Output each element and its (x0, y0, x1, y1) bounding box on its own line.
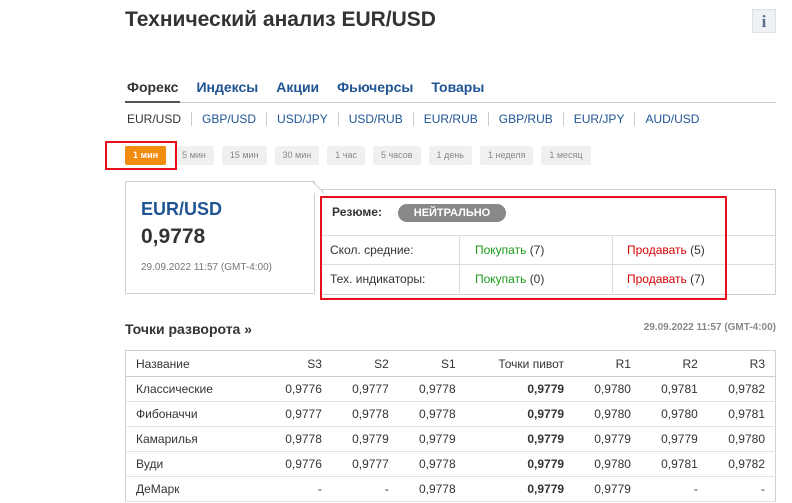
table-cell: 0,9779 (574, 476, 641, 502)
table-cell: 0,9779 (331, 426, 399, 452)
table-cell: 0,9779 (465, 401, 575, 427)
table-cell: 0,9780 (640, 401, 708, 427)
table-cell: 0,9778 (398, 401, 466, 427)
pair-eur-rub[interactable]: EUR/RUB (412, 112, 488, 126)
timeframe-5hours[interactable]: 5 часов (372, 146, 421, 165)
table-cell: 0,9778 (331, 401, 399, 427)
table-cell: 0,9777 (265, 401, 332, 427)
table-cell: 0,9782 (707, 451, 776, 477)
timeframe-1hour[interactable]: 1 час (327, 146, 365, 165)
pair-gbp-usd[interactable]: GBP/USD (191, 112, 266, 126)
table-cell: 0,9779 (398, 426, 466, 452)
table-cell: 0,9777 (331, 451, 399, 477)
table-header-row: Название S3 S2 S1 Точки пивот R1 R2 R3 (125, 350, 776, 377)
col-r2: R2 (640, 350, 708, 377)
table-cell: 0,9779 (465, 476, 575, 502)
pair-usd-rub[interactable]: USD/RUB (337, 112, 413, 126)
table-cell: Вуди (125, 451, 266, 477)
timeframe-selector: 1 мин 5 мин 15 мин 30 мин 1 час 5 часов … (125, 146, 591, 165)
category-tabs: Форекс Индексы Акции Фьючерсы Товары (127, 78, 502, 100)
table-cell: 0,9780 (574, 376, 641, 402)
currency-pair-list: EUR/USD GBP/USD USD/JPY USD/RUB EUR/RUB … (127, 112, 709, 126)
table-cell: - (707, 476, 776, 502)
table-row: Вуди 0,9776 0,9777 0,9778 0,9779 0,9780 … (125, 451, 776, 477)
table-cell: - (640, 476, 708, 502)
table-row: Камарилья 0,9778 0,9779 0,9779 0,9779 0,… (125, 426, 776, 452)
page-title: Технический анализ EUR/USD (125, 8, 436, 31)
table-cell: 0,9776 (265, 376, 332, 402)
col-s2: S2 (331, 350, 399, 377)
table-cell: 0,9782 (707, 376, 776, 402)
tab-commodities[interactable]: Товары (431, 78, 484, 100)
table-cell: ДеМарк (125, 476, 266, 502)
tab-futures[interactable]: Фьючерсы (337, 78, 413, 100)
table-cell: 0,9778 (398, 376, 466, 402)
table-cell: 0,9778 (398, 451, 466, 477)
table-cell: Камарилья (125, 426, 266, 452)
tab-forex[interactable]: Форекс (127, 78, 178, 100)
table-cell: 0,9779 (465, 426, 575, 452)
table-cell: 0,9780 (574, 451, 641, 477)
quote-pair: EUR/USD (141, 199, 223, 219)
pivot-table: Название S3 S2 S1 Точки пивот R1 R2 R3 К… (125, 350, 776, 502)
col-s1: S1 (398, 350, 466, 377)
table-cell: 0,9777 (331, 376, 399, 402)
tab-stocks[interactable]: Акции (276, 78, 319, 100)
table-row: Фибоначчи 0,9777 0,9778 0,9778 0,9779 0,… (125, 401, 776, 427)
timeframe-1month[interactable]: 1 месяц (541, 146, 591, 165)
pair-usd-jpy[interactable]: USD/JPY (266, 112, 338, 126)
quote-timestamp: 29.09.2022 11:57 (GMT-4:00) (141, 262, 273, 273)
quote-price: 0,9778 (141, 225, 206, 248)
info-button[interactable]: i (752, 9, 776, 33)
highlight-box-timeframe (105, 141, 177, 170)
pivot-timestamp: 29.09.2022 11:57 (GMT-4:00) (643, 322, 776, 333)
table-cell: 0,9779 (465, 376, 575, 402)
highlight-box-summary (320, 196, 727, 300)
timeframe-1week[interactable]: 1 неделя (479, 146, 534, 165)
table-cell: 0,9779 (640, 426, 708, 452)
col-r3: R3 (707, 350, 776, 377)
pivot-points-link[interactable]: Точки разворота » (125, 321, 252, 337)
table-cell: 0,9781 (707, 401, 776, 427)
timeframe-1day[interactable]: 1 день (428, 146, 472, 165)
col-r1: R1 (574, 350, 641, 377)
col-pivot: Точки пивот (465, 350, 575, 377)
col-s3: S3 (265, 350, 332, 377)
table-cell: 0,9780 (574, 401, 641, 427)
pair-eur-jpy[interactable]: EUR/JPY (562, 112, 635, 126)
table-cell: 0,9778 (265, 426, 332, 452)
table-row: ДеМарк - - 0,9778 0,9779 0,9779 - - (125, 476, 776, 502)
table-cell: 0,9779 (574, 426, 641, 452)
table-row: Классические 0,9776 0,9777 0,9778 0,9779… (125, 376, 776, 402)
timeframe-30min[interactable]: 30 мин (274, 146, 320, 165)
table-cell: - (265, 476, 332, 502)
tab-indices[interactable]: Индексы (196, 78, 258, 100)
table-cell: 0,9776 (265, 451, 332, 477)
table-cell: 0,9780 (707, 426, 776, 452)
timeframe-5min[interactable]: 5 мин (174, 146, 214, 165)
tabs-divider (125, 102, 776, 103)
pair-eur-usd[interactable]: EUR/USD (127, 112, 191, 126)
col-name: Название (125, 350, 266, 377)
table-cell: 0,9781 (640, 451, 708, 477)
table-cell: Фибоначчи (125, 401, 266, 427)
table-cell: - (331, 476, 399, 502)
table-cell: Классические (125, 376, 266, 402)
active-tab-indicator (125, 101, 180, 103)
info-icon: i (761, 12, 767, 31)
timeframe-15min[interactable]: 15 мин (221, 146, 267, 165)
table-cell: 0,9779 (465, 451, 575, 477)
pair-aud-usd[interactable]: AUD/USD (634, 112, 709, 126)
table-cell: 0,9778 (398, 476, 466, 502)
table-cell: 0,9781 (640, 376, 708, 402)
pair-gbp-rub[interactable]: GBP/RUB (487, 112, 563, 126)
